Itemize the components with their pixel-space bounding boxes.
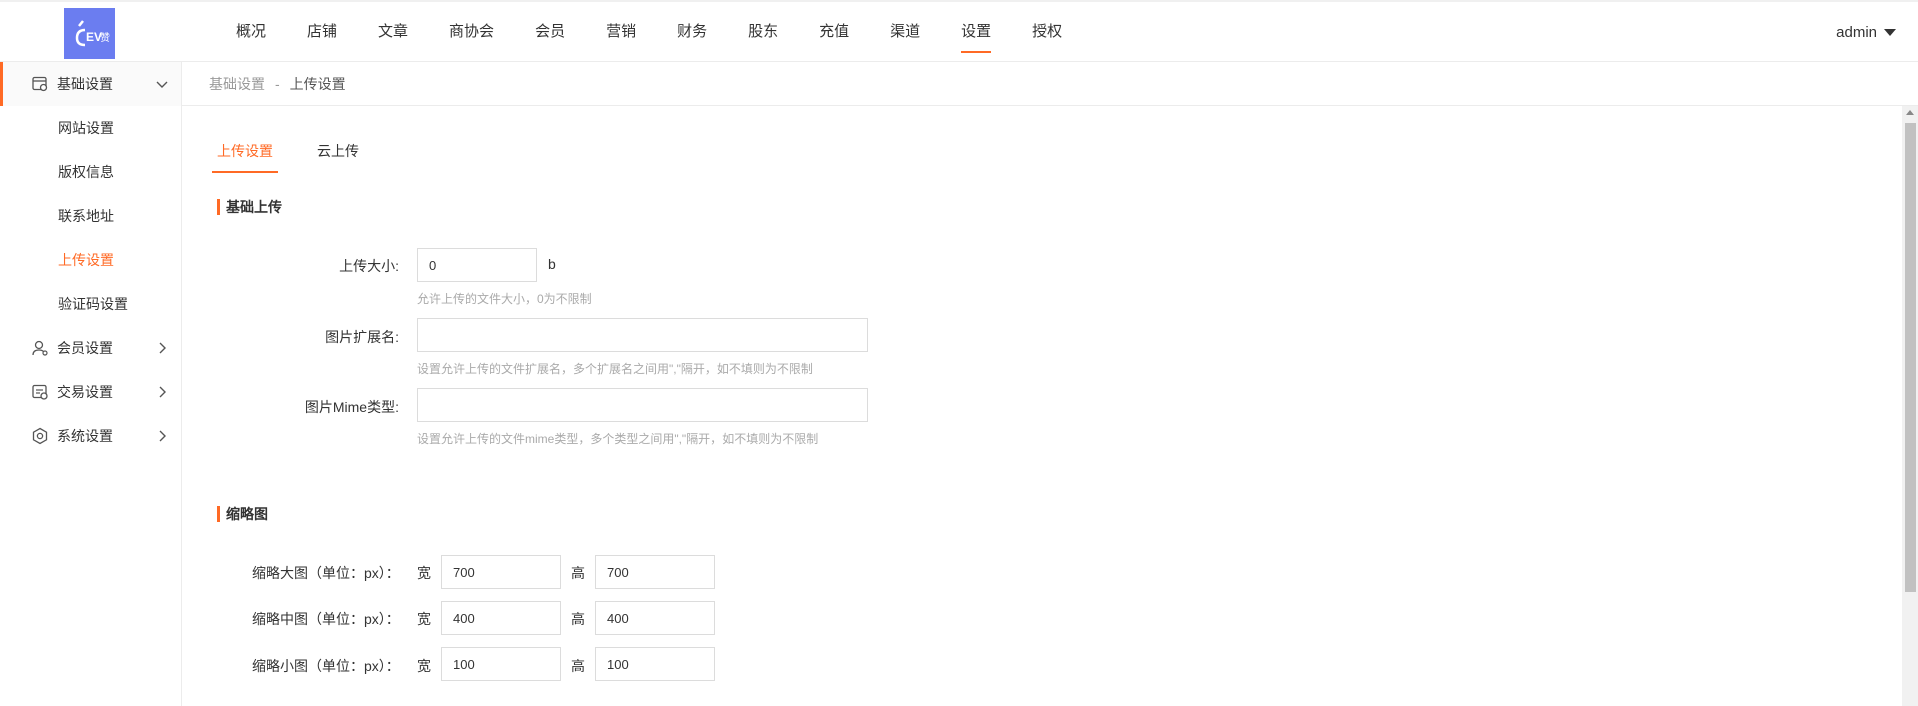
tab-cloud-upload[interactable]: 云上传 — [312, 132, 364, 173]
section-title-thumbnail: 缩略图 — [217, 506, 268, 522]
logo-icon: EV 赞 — [64, 8, 115, 59]
nav-settings[interactable]: 设置 — [961, 2, 992, 62]
nav-shops[interactable]: 店铺 — [307, 2, 337, 62]
transaction-icon — [32, 384, 48, 400]
sidebar-group-basic[interactable]: 基础设置 — [0, 62, 181, 106]
top-navigation-bar: EV 赞 概况 店铺 文章 商协会 会员 营销 财务 股东 充值 渠道 设置 授… — [0, 0, 1918, 62]
thumb-medium-width-input[interactable] — [441, 601, 561, 635]
sidebar-group-label: 交易设置 — [57, 384, 113, 400]
nav-authorization[interactable]: 授权 — [1032, 2, 1062, 62]
main-nav: 概况 店铺 文章 商协会 会员 营销 财务 股东 充值 渠道 设置 授权 — [236, 2, 1103, 62]
chevron-right-icon — [159, 430, 166, 442]
upload-size-label: 上传大小: — [339, 258, 399, 274]
thumb-small-label: 缩略小图（单位：px）： — [252, 658, 400, 674]
thumb-medium-label: 缩略中图（单位：px）： — [252, 611, 400, 627]
logo[interactable]: EV 赞 — [64, 8, 115, 59]
thumb-small-width-input[interactable] — [441, 647, 561, 681]
thumb-large-height-input[interactable] — [595, 555, 715, 589]
scroll-up-arrow-icon[interactable] — [1906, 110, 1914, 115]
height-label: 高 — [571, 658, 585, 674]
caret-down-icon — [1884, 28, 1896, 36]
nav-marketing[interactable]: 营销 — [606, 2, 636, 62]
tab-upload-settings[interactable]: 上传设置 — [212, 132, 278, 173]
image-mime-label: 图片Mime类型: — [304, 399, 399, 415]
nav-shareholders[interactable]: 股东 — [748, 2, 778, 62]
sidebar-item-website[interactable]: 网站设置 — [0, 106, 181, 150]
chevron-right-icon — [159, 342, 166, 354]
width-label: 宽 — [417, 565, 431, 581]
sidebar-item-upload[interactable]: 上传设置 — [0, 238, 181, 282]
breadcrumb-current: 上传设置 — [289, 75, 346, 92]
gear-icon — [32, 427, 48, 445]
nav-members[interactable]: 会员 — [535, 2, 565, 62]
image-ext-input[interactable] — [417, 318, 868, 352]
breadcrumb: 基础设置 - 上传设置 — [182, 62, 1918, 106]
svg-text:赞: 赞 — [100, 31, 110, 44]
nav-finance[interactable]: 财务 — [677, 2, 707, 62]
sidebar-group-label: 基础设置 — [57, 76, 113, 92]
sidebar-group-label: 会员设置 — [57, 340, 113, 356]
nav-articles[interactable]: 文章 — [378, 2, 408, 62]
thumb-large-width-input[interactable] — [441, 555, 561, 589]
settings-tabs: 上传设置 云上传 — [212, 132, 398, 173]
user-icon — [32, 340, 48, 356]
thumb-medium-height-input[interactable] — [595, 601, 715, 635]
section-title-basic-upload: 基础上传 — [217, 199, 282, 215]
sidebar-item-captcha[interactable]: 验证码设置 — [0, 282, 181, 326]
image-ext-label: 图片扩展名: — [325, 329, 399, 345]
scrollbar-thumb[interactable] — [1905, 123, 1916, 592]
sidebar-item-contact[interactable]: 联系地址 — [0, 194, 181, 238]
settings-box-icon — [32, 76, 48, 92]
vertical-scrollbar[interactable] — [1902, 106, 1918, 706]
thumb-small-height-input[interactable] — [595, 647, 715, 681]
sidebar-group-transaction[interactable]: 交易设置 — [0, 370, 181, 414]
username: admin — [1836, 23, 1877, 41]
sidebar-group-member[interactable]: 会员设置 — [0, 326, 181, 370]
thumb-large-label: 缩略大图（单位：px）： — [252, 565, 400, 581]
nav-channels[interactable]: 渠道 — [890, 2, 920, 62]
sidebar: 基础设置 网站设置 版权信息 联系地址 上传设置 验证码设置 会员设置 交易设置 — [0, 62, 182, 706]
image-mime-help: 设置允许上传的文件mime类型，多个类型之间用","隔开，如不填则为不限制 — [417, 432, 819, 446]
height-label: 高 — [571, 565, 585, 581]
upload-size-input[interactable] — [417, 248, 537, 282]
user-menu[interactable]: admin — [1836, 2, 1896, 62]
upload-size-help: 允许上传的文件大小，0为不限制 — [417, 292, 592, 306]
image-ext-help: 设置允许上传的文件扩展名，多个扩展名之间用","隔开，如不填则为不限制 — [417, 362, 813, 376]
sidebar-group-label: 系统设置 — [57, 428, 113, 444]
nav-chamber[interactable]: 商协会 — [449, 2, 494, 62]
breadcrumb-separator: - — [275, 75, 280, 92]
upload-size-unit: b — [548, 256, 556, 272]
sidebar-group-system[interactable]: 系统设置 — [0, 414, 181, 458]
nav-recharge[interactable]: 充值 — [819, 2, 849, 62]
width-label: 宽 — [417, 611, 431, 627]
sidebar-item-copyright[interactable]: 版权信息 — [0, 150, 181, 194]
nav-overview[interactable]: 概况 — [236, 2, 266, 62]
breadcrumb-parent[interactable]: 基础设置 — [209, 74, 265, 94]
image-mime-input[interactable] — [417, 388, 868, 422]
height-label: 高 — [571, 611, 585, 627]
chevron-right-icon — [159, 386, 166, 398]
chevron-down-icon — [156, 81, 168, 88]
width-label: 宽 — [417, 658, 431, 674]
